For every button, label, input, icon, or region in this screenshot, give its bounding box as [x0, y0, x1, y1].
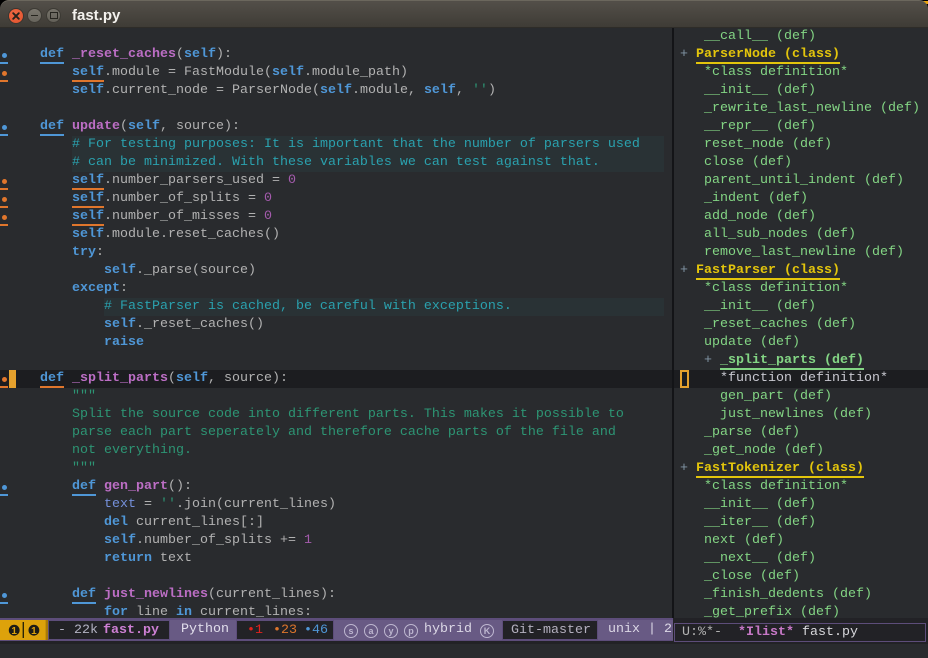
svg-text:1: 1	[31, 625, 37, 636]
svg-text:1: 1	[11, 625, 17, 636]
